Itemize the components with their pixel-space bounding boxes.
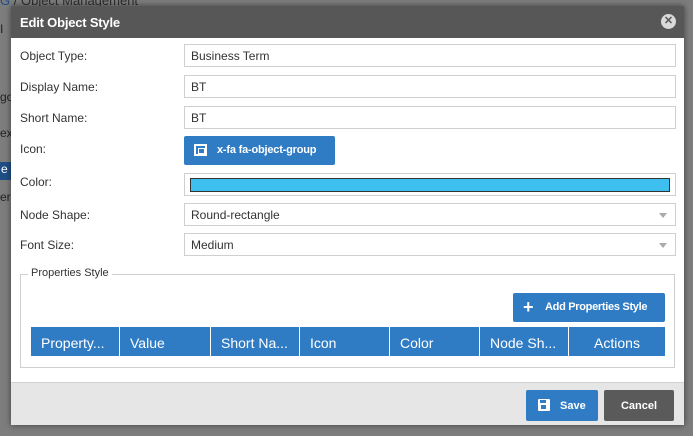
chevron-down-icon[interactable] bbox=[659, 213, 667, 218]
object-group-icon bbox=[194, 144, 207, 156]
icon-picker-button[interactable]: x-fa fa-object-group bbox=[184, 136, 335, 165]
column-header-short-name[interactable]: Short Na... bbox=[211, 327, 300, 356]
plus-icon: + bbox=[523, 297, 534, 317]
add-properties-style-button[interactable]: + Add Properties Style bbox=[513, 293, 665, 322]
display-name-field[interactable]: BT bbox=[184, 75, 676, 98]
column-header-value[interactable]: Value bbox=[120, 327, 211, 356]
edit-object-style-dialog: Edit Object Style ✕ Object Type: Busines… bbox=[11, 6, 684, 425]
display-name-label: Display Name: bbox=[20, 80, 99, 94]
column-header-actions[interactable]: Actions bbox=[569, 327, 665, 356]
column-header-icon[interactable]: Icon bbox=[300, 327, 390, 356]
color-swatch[interactable] bbox=[190, 178, 670, 192]
breadcrumb-home: G bbox=[0, 0, 11, 8]
object-type-label: Object Type: bbox=[20, 49, 88, 63]
dialog-footer: Save Cancel bbox=[11, 382, 684, 425]
floppy-disk-icon bbox=[538, 399, 550, 411]
column-header-node-shape[interactable]: Node Sh... bbox=[480, 327, 569, 356]
add-properties-style-label: Add Properties Style bbox=[545, 301, 648, 313]
short-name-field[interactable]: BT bbox=[184, 106, 676, 129]
chevron-down-icon[interactable] bbox=[659, 243, 667, 248]
close-icon[interactable]: ✕ bbox=[661, 14, 676, 29]
column-header-color[interactable]: Color bbox=[390, 327, 480, 356]
font-size-value: Medium bbox=[191, 238, 234, 252]
node-shape-value: Round-rectangle bbox=[191, 208, 280, 222]
font-size-label: Font Size: bbox=[20, 238, 75, 252]
dialog-header[interactable]: Edit Object Style ✕ bbox=[11, 6, 684, 38]
save-label: Save bbox=[560, 400, 586, 412]
cancel-button[interactable]: Cancel bbox=[604, 390, 674, 421]
background-fragment: er bbox=[0, 190, 11, 204]
background-fragment: I bbox=[0, 22, 4, 36]
font-size-select[interactable]: Medium bbox=[184, 233, 676, 256]
node-shape-select[interactable]: Round-rectangle bbox=[184, 203, 676, 226]
color-field[interactable] bbox=[184, 173, 676, 196]
properties-style-fieldset: Properties Style + Add Properties Style … bbox=[20, 267, 675, 368]
column-header-property[interactable]: Property... bbox=[31, 327, 120, 356]
node-shape-label: Node Shape: bbox=[20, 208, 91, 222]
object-type-field[interactable]: Business Term bbox=[184, 44, 676, 67]
color-label: Color: bbox=[20, 175, 53, 189]
properties-style-legend: Properties Style bbox=[28, 267, 112, 279]
short-name-label: Short Name: bbox=[20, 111, 88, 125]
save-button[interactable]: Save bbox=[526, 390, 598, 421]
dialog-title: Edit Object Style bbox=[20, 15, 120, 30]
properties-table-header: Property... Value Short Na... Icon Color… bbox=[31, 327, 665, 356]
icon-picker-label: x-fa fa-object-group bbox=[217, 144, 317, 156]
icon-label: Icon: bbox=[20, 142, 47, 156]
